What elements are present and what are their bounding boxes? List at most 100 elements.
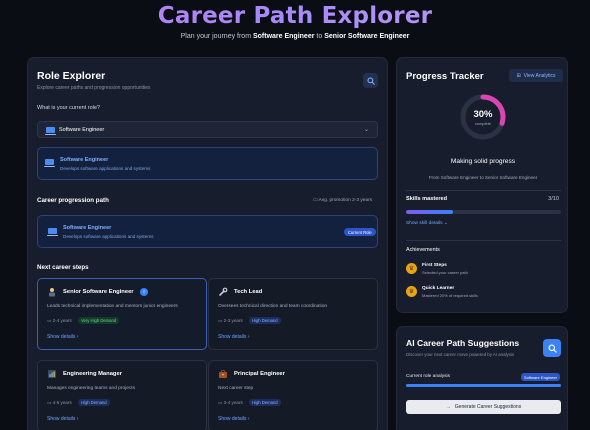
career-step-card[interactable]: Principal Engineer Next career step ▭ 3-… xyxy=(208,360,378,430)
arrow-right-icon: → xyxy=(445,404,451,410)
subtitle-mid: to xyxy=(316,33,323,40)
progression-heading: Career progression path xyxy=(37,197,109,204)
demand-badge: High Demand xyxy=(78,399,110,406)
page-title: Career Path Explorer xyxy=(0,4,590,29)
laptop-icon xyxy=(44,159,55,167)
show-skill-details-link[interactable]: Show skill details ⌄ xyxy=(406,221,448,226)
view-analytics-label: View Analytics xyxy=(523,72,556,79)
laptop-icon xyxy=(45,127,56,135)
career-step-desc: Next career step xyxy=(218,386,254,391)
current-role-card-title: Software Engineer xyxy=(63,225,112,231)
progress-status: Making solid progress xyxy=(450,158,516,165)
progress-ring: 30% complete xyxy=(458,92,508,142)
career-step-title: Principal Engineer xyxy=(234,371,285,377)
chevron-right-icon: › xyxy=(247,334,250,340)
analysis-bar xyxy=(406,384,561,387)
demand-badge: High Demand xyxy=(249,317,281,324)
calendar-icon: ▭ xyxy=(218,400,223,405)
skills-count: 3/10 xyxy=(548,196,559,202)
trophy-icon: ♛ xyxy=(406,286,417,297)
show-details-link[interactable]: Show details › xyxy=(218,416,249,422)
search-icon xyxy=(366,76,375,85)
skills-progress-fill xyxy=(406,210,453,214)
selected-role-card[interactable]: Software Engineer Develops software appl… xyxy=(37,147,378,180)
skills-progress-bar xyxy=(406,210,561,214)
subtitle-from-role: Software Engineer xyxy=(252,33,315,40)
skills-label: Skills mastered xyxy=(406,196,448,202)
current-role-value: Software Engineer xyxy=(59,127,105,133)
briefcase-icon xyxy=(219,370,227,378)
show-details-link[interactable]: Show details › xyxy=(47,416,78,422)
person-icon xyxy=(49,288,55,297)
view-analytics-button[interactable]: ⊞ View Analytics xyxy=(509,69,563,82)
career-step-years: ▭ 2-3 years xyxy=(218,318,243,324)
avg-promotion-text: Avg. promotion 2-3 years xyxy=(318,198,373,203)
calendar-icon: ▭ xyxy=(47,318,52,323)
laptop-icon xyxy=(47,228,58,236)
current-role-card-desc: Develops software applications and syste… xyxy=(63,234,154,239)
show-skill-details-text: Show skill details xyxy=(406,221,443,226)
career-step-desc: Oversees technical direction and team co… xyxy=(218,304,328,309)
achievement-desc: Selected your career path xyxy=(422,270,468,275)
progress-percent: 30% xyxy=(473,109,493,120)
analysis-bar-fill xyxy=(406,384,561,387)
calendar-icon: ▭ xyxy=(218,318,223,323)
show-details-link[interactable]: Show details › xyxy=(47,334,78,340)
role-explorer-panel: Role Explorer Explore career paths and p… xyxy=(27,57,388,430)
calendar-icon: ▭ xyxy=(47,400,52,405)
career-step-card[interactable]: Tech Lead Oversees technical direction a… xyxy=(208,278,378,350)
career-step-desc: Leads technical implementation and mento… xyxy=(47,304,178,309)
achievement-title: First Steps xyxy=(422,263,447,268)
chart-icon xyxy=(48,370,56,378)
achievements-heading: Achievements xyxy=(406,247,440,253)
career-step-years-text: 2-4 years xyxy=(52,318,72,323)
show-details-link[interactable]: Show details › xyxy=(218,334,249,340)
career-step-years-text: 2-3 years xyxy=(223,318,243,323)
show-details-text: Show details xyxy=(218,416,247,422)
career-step-card[interactable]: Senior Software Engineer ○ Leads technic… xyxy=(37,278,207,350)
progress-tracker-panel: Progress Tracker ⊞ View Analytics 30% co… xyxy=(396,57,568,313)
generate-suggestions-button[interactable]: → Generate Career Suggestions xyxy=(406,400,561,414)
current-role-select[interactable]: Software Engineer ⌄ xyxy=(37,121,378,138)
selected-role-desc: Develops software applications and syste… xyxy=(60,166,151,171)
avg-promotion: ▭ Avg. promotion 2-3 years xyxy=(313,198,372,203)
subtitle-to-role: Senior Software Engineer xyxy=(324,33,410,40)
chevron-right-icon: › xyxy=(76,334,79,340)
career-step-years: ▭ 2-4 years xyxy=(47,318,72,324)
chevron-right-icon: › xyxy=(76,416,79,422)
achievement-desc: Mastered 20% of required skills xyxy=(422,293,478,298)
analysis-badge: Software Engineer xyxy=(521,373,560,381)
chevron-down-icon: ⌄ xyxy=(363,127,369,133)
search-button[interactable] xyxy=(363,73,378,88)
career-step-title: Senior Software Engineer xyxy=(63,289,134,295)
current-role-badge: Current Role xyxy=(344,228,376,236)
selected-role-title: Software Engineer xyxy=(60,157,109,163)
subtitle-prefix: Plan your journey from xyxy=(180,33,252,40)
ai-suggestions-subtitle: Discover your next career move powered b… xyxy=(406,352,515,357)
search-icon xyxy=(547,343,557,353)
career-step-card[interactable]: Engineering Manager Manages engineering … xyxy=(37,360,207,430)
demand-badge: Very High Demand xyxy=(78,317,120,324)
analytics-icon: ⊞ xyxy=(516,72,521,79)
show-details-text: Show details xyxy=(47,334,76,340)
trophy-icon: ♛ xyxy=(406,263,417,274)
calendar-icon: ▭ xyxy=(313,198,318,203)
career-step-years: ▭ 4-5 years xyxy=(47,400,72,406)
ai-suggestions-panel: AI Career Path Suggestions Discover your… xyxy=(396,326,568,430)
current-role-card[interactable]: Software Engineer Develops software appl… xyxy=(37,215,378,248)
progress-tracker-title: Progress Tracker xyxy=(406,71,484,82)
analysis-label: Current role analysis xyxy=(406,374,450,379)
chevron-down-icon: ⌄ xyxy=(443,221,448,226)
career-step-years-text: 4-5 years xyxy=(52,400,72,405)
ai-suggestions-title: AI Career Path Suggestions xyxy=(406,338,520,348)
generate-suggestions-label: Generate Career Suggestions xyxy=(454,404,522,410)
page-subtitle: Plan your journey from Software Engineer… xyxy=(0,33,590,40)
role-explorer-subtitle: Explore career paths and progression opp… xyxy=(37,85,151,91)
page-header: Career Path Explorer Plan your journey f… xyxy=(0,0,590,48)
ai-search-button[interactable] xyxy=(543,339,561,357)
info-icon[interactable]: ○ xyxy=(140,288,148,296)
career-step-years-text: 3-4 years xyxy=(223,400,243,405)
career-step-title: Engineering Manager xyxy=(63,371,122,377)
show-details-text: Show details xyxy=(218,334,247,340)
career-step-desc: Manages engineering teams and projects xyxy=(47,386,135,391)
